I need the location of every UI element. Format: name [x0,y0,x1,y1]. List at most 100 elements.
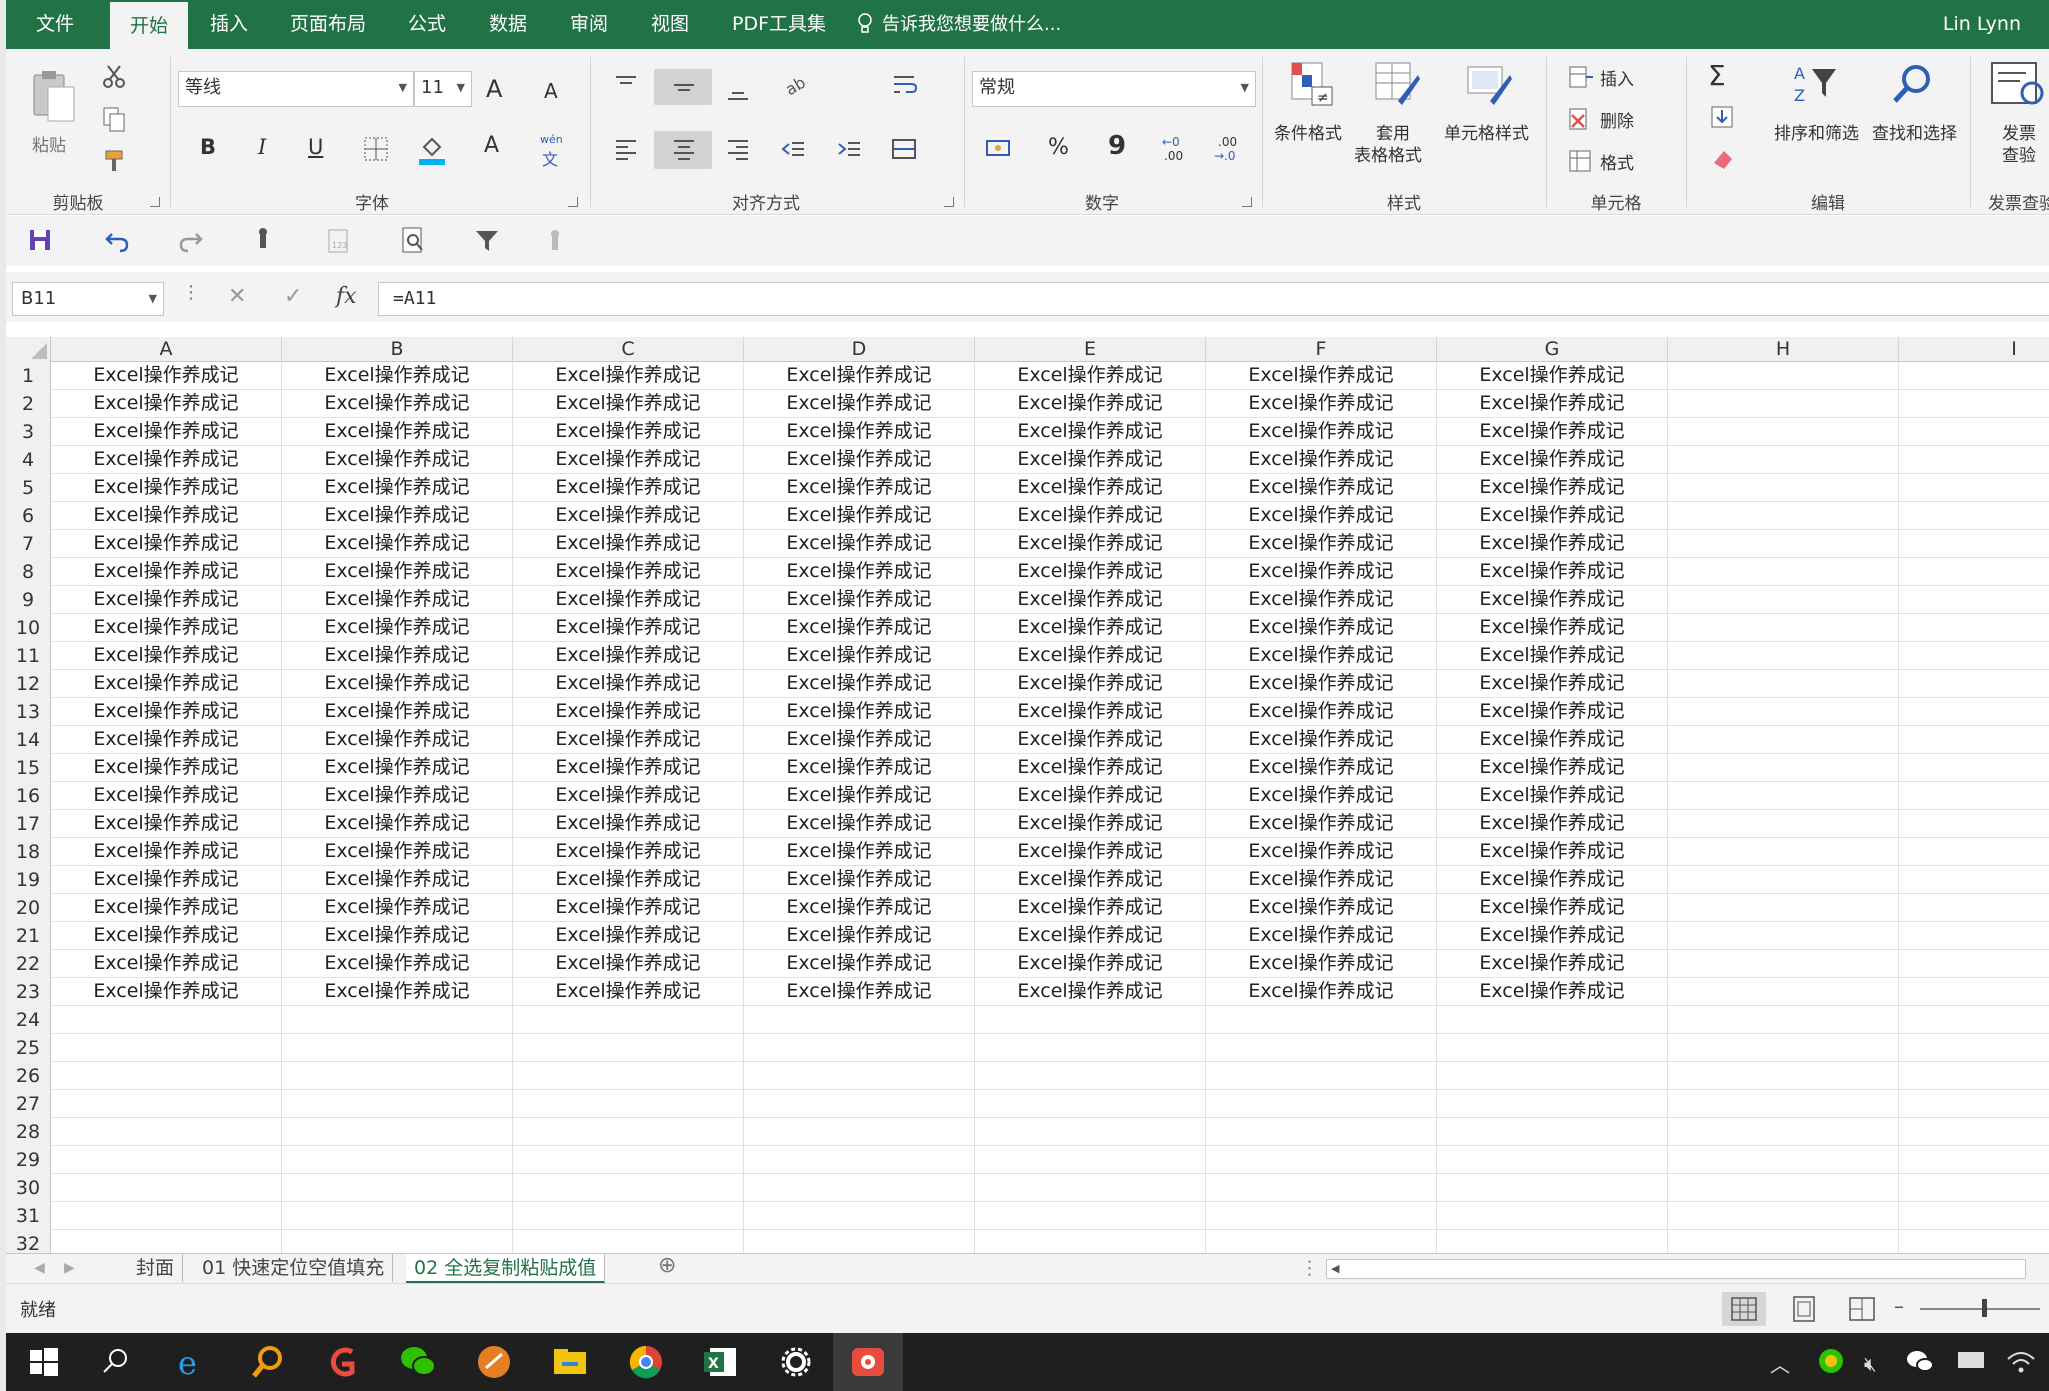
cell[interactable] [1668,1006,1899,1034]
cell[interactable]: Excel操作养成记 [1437,754,1668,782]
cell[interactable]: Excel操作养成记 [51,866,282,894]
search-icon[interactable] [94,1340,138,1384]
cell[interactable] [975,1174,1206,1202]
cell[interactable]: Excel操作养成记 [1206,866,1437,894]
touch-select-icon[interactable] [542,228,568,254]
cell[interactable] [1899,362,2049,390]
row-header[interactable]: 8 [6,558,51,586]
column-header[interactable]: B [282,337,513,362]
cell[interactable]: Excel操作养成记 [1206,474,1437,502]
row-header[interactable]: 18 [6,838,51,866]
cell[interactable] [513,1230,744,1253]
cell[interactable]: Excel操作养成记 [282,922,513,950]
cell[interactable] [1668,1034,1899,1062]
cell[interactable]: Excel操作养成记 [975,670,1206,698]
cell[interactable] [51,1118,282,1146]
cell[interactable] [1668,838,1899,866]
select-all-button[interactable] [6,337,51,362]
cell[interactable] [513,1174,744,1202]
cell[interactable]: Excel操作养成记 [1437,726,1668,754]
cell[interactable] [1668,810,1899,838]
cell[interactable] [1206,1118,1437,1146]
row-header[interactable]: 13 [6,698,51,726]
find-select-icon[interactable] [1890,61,1936,107]
cell[interactable]: Excel操作养成记 [1206,978,1437,1006]
cell[interactable]: Excel操作养成记 [744,614,975,642]
top-align-icon[interactable] [612,71,640,99]
row-header[interactable]: 3 [6,418,51,446]
comma-style-button[interactable]: 9 [1108,131,1126,161]
cell[interactable] [513,1062,744,1090]
cell[interactable]: Excel操作养成记 [513,838,744,866]
cell[interactable]: Excel操作养成记 [1206,894,1437,922]
font-size-combobox[interactable]: 11 ▼ [414,71,472,107]
cell[interactable]: Excel操作养成记 [282,642,513,670]
cell[interactable] [1668,1090,1899,1118]
sort-filter-icon[interactable]: AZ [1792,61,1838,107]
bold-button[interactable]: B [200,135,216,159]
name-box[interactable]: B11 ▼ [12,282,164,316]
cell[interactable]: Excel操作养成记 [1437,810,1668,838]
cell[interactable]: Excel操作养成记 [744,810,975,838]
cell[interactable] [1899,1230,2049,1253]
cell[interactable]: Excel操作养成记 [513,418,744,446]
worksheet-grid[interactable]: A B C D E F G H I 1 Excel操作养成记 Excel操作养成记 E… [6,337,2049,1253]
cell[interactable]: Excel操作养成记 [51,642,282,670]
row-header[interactable]: 2 [6,390,51,418]
cell[interactable] [1668,446,1899,474]
cell[interactable] [282,1146,513,1174]
cell[interactable]: Excel操作养成记 [744,978,975,1006]
cell[interactable] [51,1230,282,1253]
cell[interactable] [1668,390,1899,418]
cell[interactable] [1668,698,1899,726]
cell[interactable]: Excel操作养成记 [975,418,1206,446]
cell[interactable]: Excel操作养成记 [744,782,975,810]
cell[interactable]: Excel操作养成记 [1437,698,1668,726]
cell-styles-icon[interactable] [1466,61,1514,107]
cell[interactable]: Excel操作养成记 [513,754,744,782]
cell[interactable]: Excel操作养成记 [282,558,513,586]
file-explorer-icon[interactable] [548,1340,592,1384]
cell[interactable]: Excel操作养成记 [51,418,282,446]
settings-icon[interactable] [774,1340,818,1384]
cell[interactable]: Excel操作养成记 [1206,642,1437,670]
cell[interactable] [282,1006,513,1034]
paste-values-icon[interactable]: 123 [326,226,350,254]
increase-indent-icon[interactable] [836,135,864,163]
cell[interactable]: Excel操作养成记 [51,978,282,1006]
cell[interactable] [513,1034,744,1062]
cell[interactable] [744,1174,975,1202]
cell[interactable]: Excel操作养成记 [744,670,975,698]
cell[interactable]: Excel操作养成记 [1437,922,1668,950]
cell[interactable] [975,1090,1206,1118]
cell[interactable] [1899,698,2049,726]
cell[interactable]: Excel操作养成记 [51,950,282,978]
row-header[interactable]: 31 [6,1202,51,1230]
cell[interactable]: Excel操作养成记 [744,530,975,558]
cell[interactable]: Excel操作养成记 [1437,642,1668,670]
row-header[interactable]: 7 [6,530,51,558]
cell[interactable] [1899,894,2049,922]
cell[interactable]: Excel操作养成记 [282,614,513,642]
percent-style-button[interactable]: % [1048,135,1069,160]
cell[interactable]: Excel操作养成记 [1206,362,1437,390]
format-as-table-label-2[interactable]: 表格格式 [1354,141,1422,166]
cell[interactable]: Excel操作养成记 [282,866,513,894]
tab-page-layout[interactable]: 页面布局 [290,0,366,49]
cell[interactable] [1899,782,2049,810]
cell[interactable]: Excel操作养成记 [975,698,1206,726]
cell[interactable] [744,1034,975,1062]
cell[interactable]: Excel操作养成记 [1206,446,1437,474]
cell[interactable] [1899,446,2049,474]
column-header[interactable]: I [1899,337,2049,362]
cell[interactable]: Excel操作养成记 [51,754,282,782]
decrease-indent-icon[interactable] [780,135,808,163]
next-sheet-icon[interactable]: ▶ [56,1254,83,1282]
cell[interactable]: Excel操作养成记 [513,586,744,614]
row-header[interactable]: 10 [6,614,51,642]
cell[interactable]: Excel操作养成记 [1437,614,1668,642]
page-break-view-icon[interactable] [1840,1292,1884,1326]
row-header[interactable]: 29 [6,1146,51,1174]
cell[interactable] [975,1230,1206,1253]
underline-button[interactable]: U [308,135,323,159]
